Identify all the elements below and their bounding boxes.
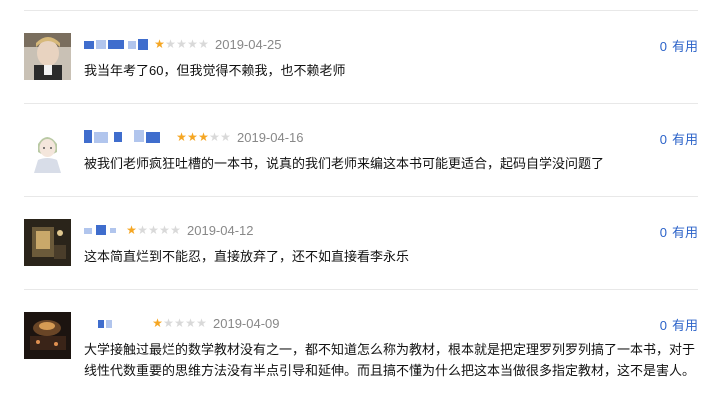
- useful-label: 有用: [671, 318, 698, 333]
- username-redacted[interactable]: [84, 130, 172, 144]
- useful-label: 有用: [671, 132, 698, 147]
- review-meta: ★ ★ ★ ★ ★ 2019-04-25: [84, 35, 282, 53]
- review-meta: ★ ★ ★ ★ ★ 2019-04-16: [84, 128, 304, 146]
- review-item: ★ ★ ★ ★ ★ 2019-04-25 我当年考了60，但我觉得不赖我，也不赖老师 0…: [24, 11, 698, 103]
- star-empty-icon: ★: [137, 223, 148, 237]
- star-empty-icon: ★: [174, 316, 185, 330]
- star-empty-icon: ★: [148, 223, 159, 237]
- star-empty-icon: ★: [185, 316, 196, 330]
- star-empty-icon: ★: [163, 316, 174, 330]
- review-content: 我当年考了60，但我觉得不赖我，也不赖老师: [84, 63, 346, 78]
- star-empty-icon: ★: [165, 37, 176, 51]
- star-empty-icon: ★: [159, 223, 170, 237]
- star-rating: ★ ★ ★ ★ ★: [126, 224, 181, 236]
- star-filled-icon: ★: [198, 130, 209, 144]
- useful-count: 0: [659, 318, 667, 333]
- star-filled-icon: ★: [187, 130, 198, 144]
- review-content: 被我们老师疯狂吐槽的一本书，说真的我们老师来编这本书可能更适合，起码自学没问题了: [84, 156, 605, 171]
- star-filled-icon: ★: [176, 130, 187, 144]
- useful-button[interactable]: 0 有用: [660, 222, 698, 241]
- avatar[interactable]: [24, 33, 71, 80]
- avatar[interactable]: [24, 219, 71, 266]
- useful-count: 0: [659, 225, 667, 240]
- review-content: 大学接触过最烂的数学教材没有之一，都不知道怎么称为教材，根本就是把定理罗列罗列搞…: [84, 342, 696, 378]
- username-redacted[interactable]: [84, 37, 150, 51]
- review-date: 2019-04-09: [213, 315, 280, 331]
- avatar[interactable]: [24, 126, 71, 173]
- star-rating: ★ ★ ★ ★ ★: [154, 38, 209, 50]
- useful-button[interactable]: 0 有用: [660, 129, 698, 148]
- star-rating: ★ ★ ★ ★ ★: [176, 131, 231, 143]
- username-redacted[interactable]: [84, 223, 122, 237]
- star-rating: ★ ★ ★ ★ ★: [152, 317, 207, 329]
- review-date: 2019-04-12: [187, 222, 254, 238]
- review-content: 这本简直烂到不能忍，直接放弃了，还不如直接看李永乐: [84, 249, 410, 264]
- star-empty-icon: ★: [220, 130, 231, 144]
- useful-button[interactable]: 0 有用: [660, 36, 698, 55]
- review-item: ★ ★ ★ ★ ★ 2019-04-16 被我们老师疯狂吐槽的一本书，说真的我们老师来编…: [24, 104, 698, 196]
- star-filled-icon: ★: [152, 316, 163, 330]
- star-empty-icon: ★: [170, 223, 181, 237]
- star-empty-icon: ★: [187, 37, 198, 51]
- star-filled-icon: ★: [154, 37, 165, 51]
- review-meta: ★ ★ ★ ★ ★ 2019-04-09: [84, 314, 280, 332]
- review-item: ★ ★ ★ ★ ★ 2019-04-09 大学接触过最烂的数学教材没有之一，都不知道怎么…: [24, 290, 698, 402]
- review-meta: ★ ★ ★ ★ ★ 2019-04-12: [84, 221, 254, 239]
- star-empty-icon: ★: [198, 37, 209, 51]
- useful-count: 0: [659, 132, 667, 147]
- review-item: ★ ★ ★ ★ ★ 2019-04-12 这本简直烂到不能忍，直接放弃了，还不如直接看李…: [24, 197, 698, 289]
- username-redacted[interactable]: [84, 316, 148, 330]
- review-date: 2019-04-16: [237, 129, 304, 145]
- avatar[interactable]: [24, 312, 71, 359]
- star-empty-icon: ★: [209, 130, 220, 144]
- star-empty-icon: ★: [196, 316, 207, 330]
- useful-label: 有用: [671, 225, 698, 240]
- review-list: ★ ★ ★ ★ ★ 2019-04-25 我当年考了60，但我觉得不赖我，也不赖老师 0…: [24, 0, 698, 402]
- useful-count: 0: [659, 39, 667, 54]
- useful-button[interactable]: 0 有用: [660, 315, 698, 334]
- review-date: 2019-04-25: [215, 36, 282, 52]
- star-filled-icon: ★: [126, 223, 137, 237]
- useful-label: 有用: [671, 39, 698, 54]
- star-empty-icon: ★: [176, 37, 187, 51]
